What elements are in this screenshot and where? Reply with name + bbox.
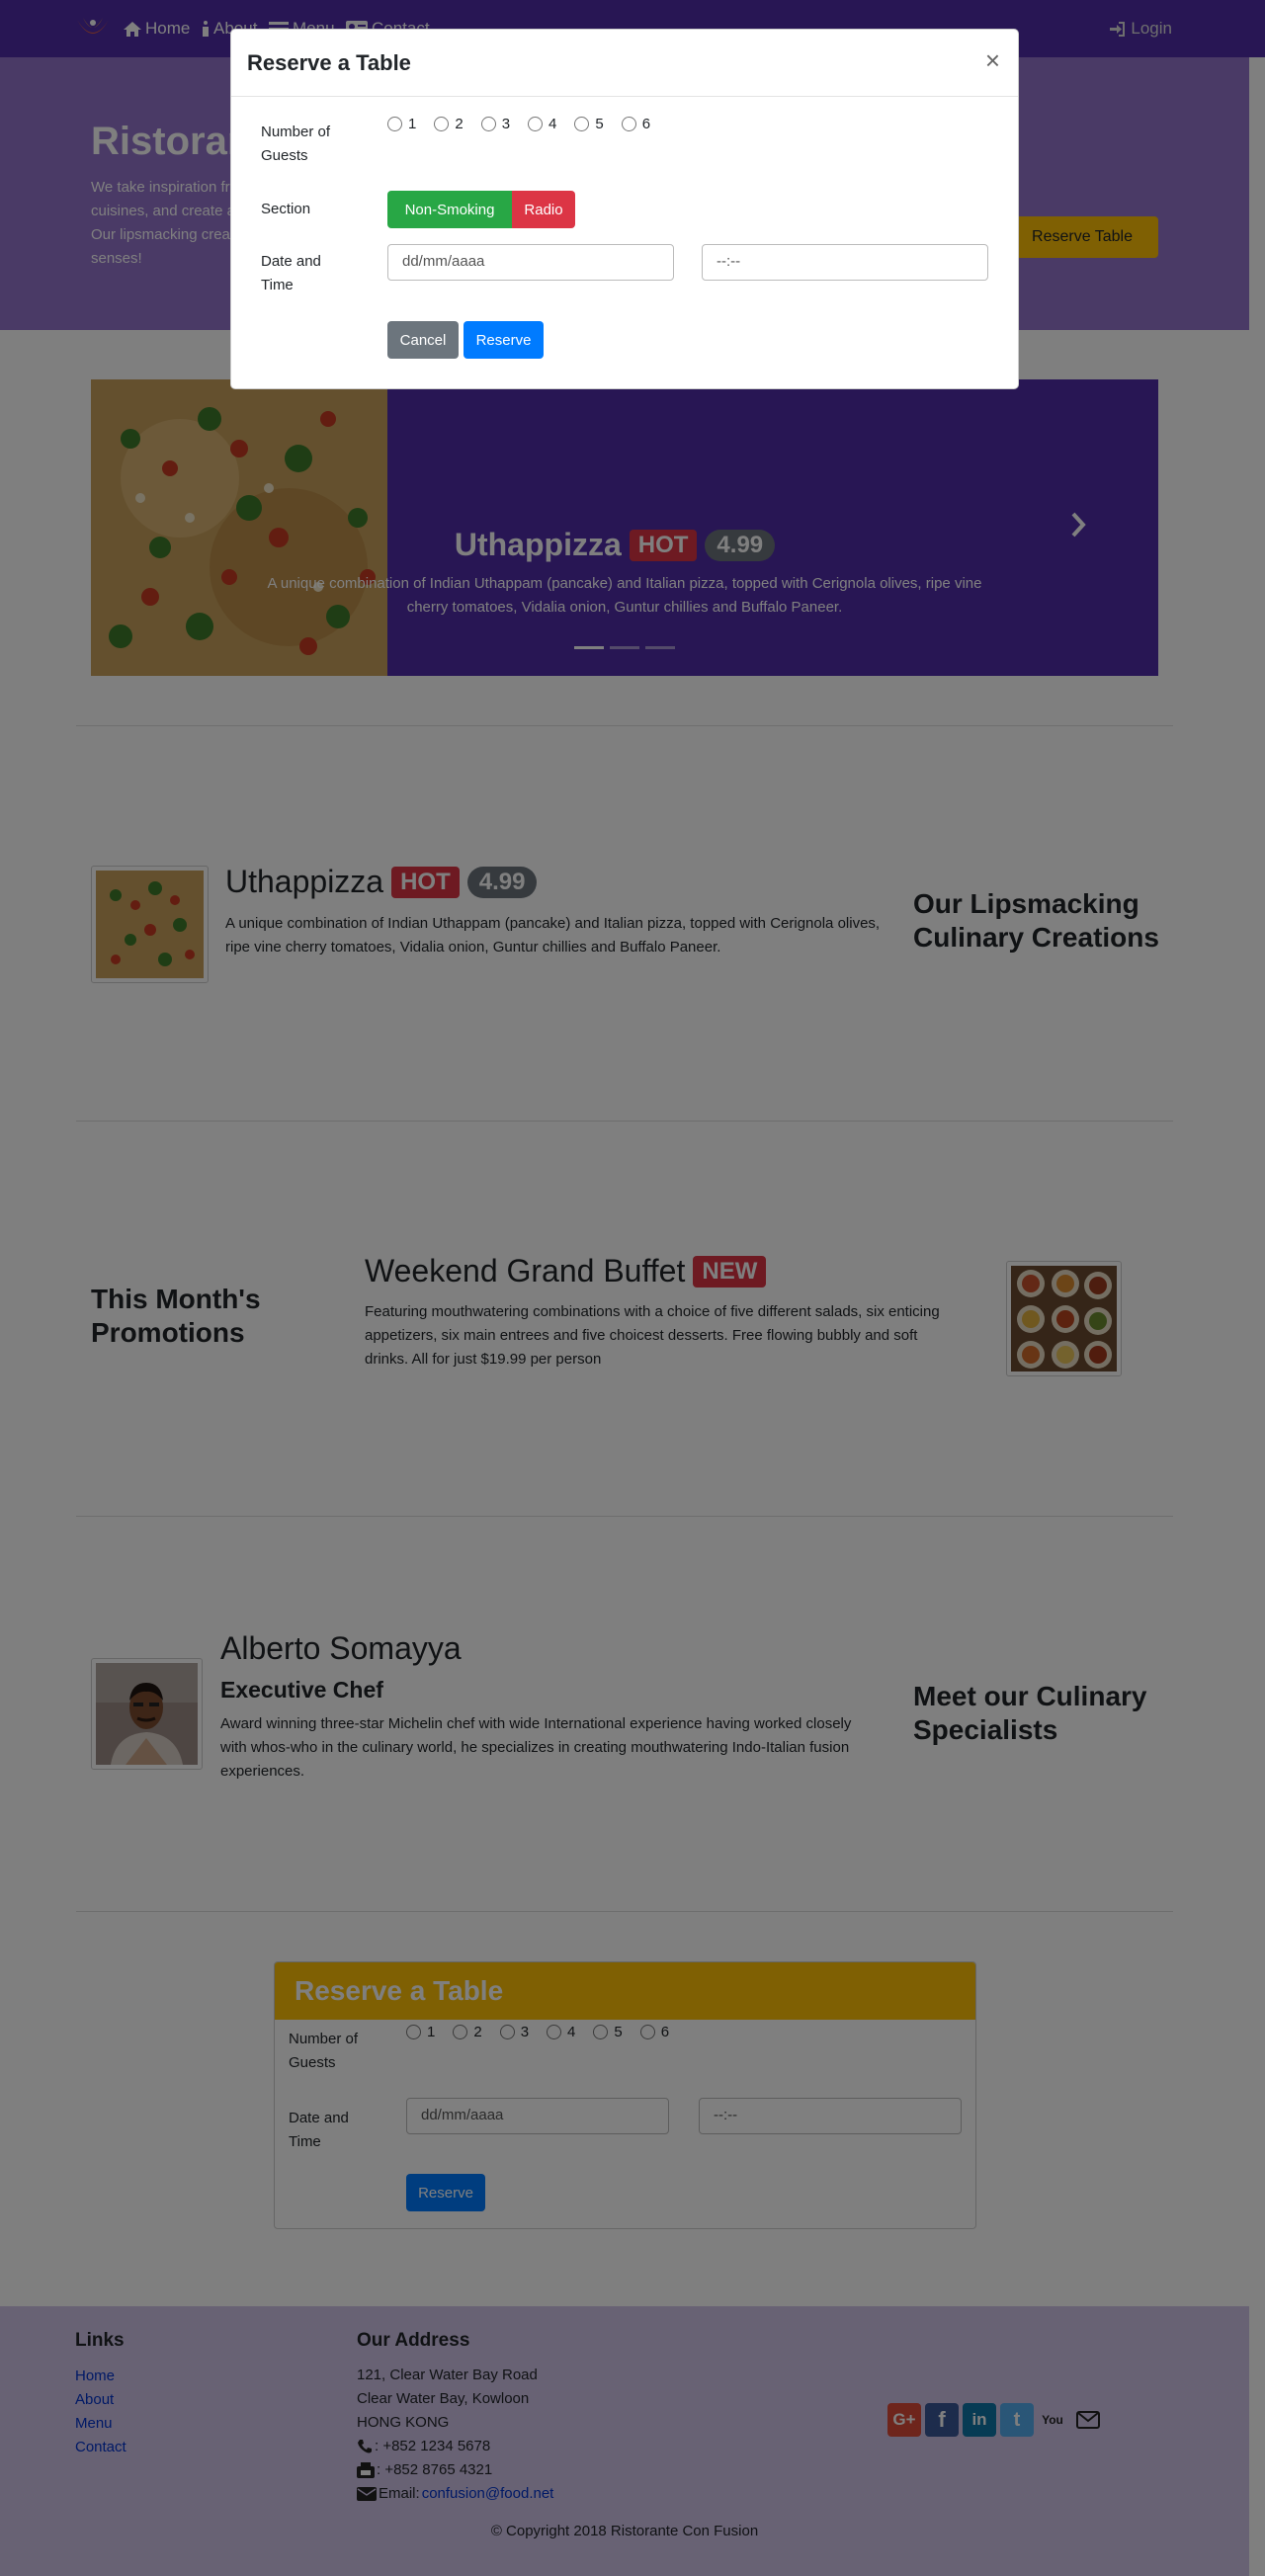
guest-option-label: 4 [548,116,557,132]
section-toggle-group: Non-Smoking Radio [387,191,575,228]
modal-header: Reserve a Table [231,30,1018,97]
radio-circle[interactable] [387,117,402,131]
guest-option-label: 5 [595,116,604,132]
guest-option[interactable]: 1 [387,116,416,132]
guest-option[interactable]: 6 [621,116,651,132]
smoking-button[interactable]: Radio [512,191,575,228]
modal-date-input[interactable]: dd/mm/aaaa [387,244,674,281]
guest-option-label: 2 [455,116,464,132]
radio-circle[interactable] [480,117,496,131]
modal-guests-radio-group: 1 2 3 4 5 6 [387,116,650,132]
guest-option[interactable]: 4 [528,116,556,132]
modal-datetime-label: Date and Time [261,253,321,293]
guest-option[interactable]: 5 [574,116,604,132]
modal-guests-label: Number of Guests [261,124,331,164]
reserve-modal: Reserve a Table × Number of Guests 1 2 3… [230,29,1019,389]
modal-time-input[interactable]: --:-- [702,244,988,281]
guest-option[interactable]: 2 [434,116,464,132]
guest-option[interactable]: 3 [480,116,511,132]
cancel-button[interactable]: Cancel [387,321,459,359]
radio-circle[interactable] [528,117,544,131]
guest-option-label: 1 [408,116,417,132]
close-icon[interactable]: × [985,45,1000,76]
radio-circle[interactable] [574,117,590,131]
radio-circle[interactable] [434,117,450,131]
modal-reserve-button[interactable]: Reserve [464,321,544,359]
non-smoking-button[interactable]: Non-Smoking [387,191,512,228]
guest-option-label: 6 [641,116,651,132]
radio-circle[interactable] [621,117,636,131]
modal-section-label: Section [261,201,311,217]
modal-title: Reserve a Table [247,50,411,75]
guest-option-label: 3 [501,116,511,132]
